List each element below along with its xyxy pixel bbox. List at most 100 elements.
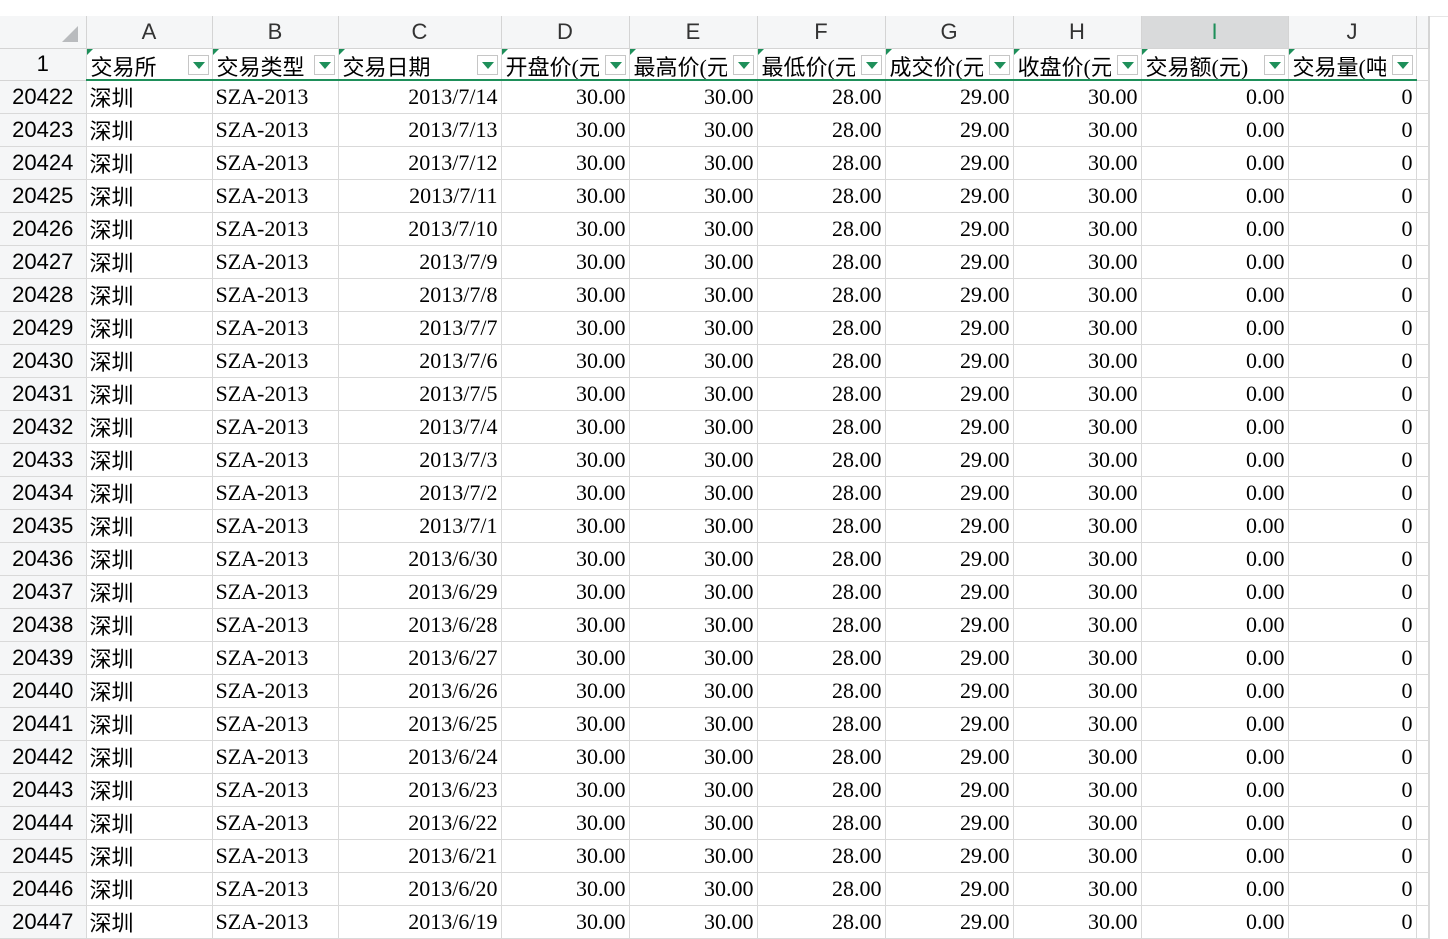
cell[interactable]: 30.00	[501, 146, 630, 180]
cell[interactable]: 30.00	[1013, 905, 1142, 939]
cell[interactable]	[1416, 146, 1429, 180]
cell[interactable]	[1416, 179, 1429, 213]
row-header[interactable]: 20446	[0, 872, 87, 906]
cell[interactable]: 29.00	[885, 806, 1014, 840]
row-header[interactable]: 20433	[0, 443, 87, 477]
cell[interactable]: 28.00	[757, 575, 886, 609]
cell[interactable]: 28.00	[757, 146, 886, 180]
cell[interactable]: 30.00	[1013, 509, 1142, 543]
cell[interactable]	[1428, 674, 1430, 708]
cell[interactable]: 深圳	[86, 806, 213, 840]
cell[interactable]: 0.00	[1141, 740, 1289, 774]
row-header[interactable]: 20432	[0, 410, 87, 444]
cell[interactable]: 29.00	[885, 707, 1014, 741]
cell[interactable]: 2013/7/12	[338, 146, 502, 180]
row-header[interactable]: 20424	[0, 146, 87, 180]
cell[interactable]: 30.00	[629, 740, 758, 774]
cell[interactable]: 30.00	[501, 740, 630, 774]
filter-dropdown-icon[interactable]	[1116, 54, 1138, 75]
filter-dropdown-icon[interactable]	[732, 54, 754, 75]
cell[interactable]: SZA-2013	[212, 608, 339, 642]
cell[interactable]	[1428, 707, 1430, 741]
cell[interactable]: 深圳	[86, 212, 213, 246]
cell[interactable]: 0.00	[1141, 509, 1289, 543]
cell[interactable]	[1416, 48, 1429, 81]
cell[interactable]: 30.00	[629, 674, 758, 708]
cell[interactable]: 30.00	[629, 872, 758, 906]
row-header[interactable]: 20436	[0, 542, 87, 576]
cell[interactable]: 28.00	[757, 773, 886, 807]
cell[interactable]: 30.00	[629, 773, 758, 807]
header-cell[interactable]: 开盘价(元	[501, 48, 630, 81]
cell[interactable]: 0.00	[1141, 773, 1289, 807]
cell[interactable]: 29.00	[885, 278, 1014, 312]
cell[interactable]	[1428, 48, 1430, 81]
cell[interactable]: 28.00	[757, 509, 886, 543]
header-cell[interactable]: 交易类型	[212, 48, 339, 81]
cell[interactable]: 0	[1288, 443, 1417, 477]
row-header[interactable]: 20441	[0, 707, 87, 741]
cell[interactable]: 0.00	[1141, 410, 1289, 444]
cell[interactable]: 30.00	[629, 806, 758, 840]
column-header-f[interactable]: F	[757, 16, 886, 49]
cell[interactable]	[1416, 641, 1429, 675]
cell[interactable]: 2013/6/23	[338, 773, 502, 807]
cell[interactable]: SZA-2013	[212, 212, 339, 246]
cell[interactable]: 28.00	[757, 179, 886, 213]
cell[interactable]: 28.00	[757, 674, 886, 708]
cell[interactable]: 30.00	[629, 311, 758, 345]
row-header[interactable]: 20447	[0, 905, 87, 939]
cell[interactable]: 30.00	[629, 509, 758, 543]
cell[interactable]: 30.00	[501, 608, 630, 642]
header-cell[interactable]: 成交价(元	[885, 48, 1014, 81]
header-cell[interactable]: 交易所	[86, 48, 213, 81]
column-header-e[interactable]: E	[629, 16, 758, 49]
filter-dropdown-icon[interactable]	[1391, 54, 1413, 75]
cell[interactable]: 28.00	[757, 377, 886, 411]
filter-dropdown-icon[interactable]	[476, 54, 498, 75]
column-header-d[interactable]: D	[501, 16, 630, 49]
cell[interactable]	[1428, 509, 1430, 543]
cell[interactable]: 0.00	[1141, 641, 1289, 675]
cell[interactable]: 29.00	[885, 575, 1014, 609]
cell[interactable]: 深圳	[86, 773, 213, 807]
cell[interactable]: 28.00	[757, 245, 886, 279]
cell[interactable]: 28.00	[757, 410, 886, 444]
cell[interactable]: 0.00	[1141, 542, 1289, 576]
cell[interactable]: 0	[1288, 509, 1417, 543]
cell[interactable]: 30.00	[629, 839, 758, 873]
cell[interactable]: 30.00	[1013, 542, 1142, 576]
cell[interactable]: 30.00	[629, 542, 758, 576]
cell[interactable]	[1416, 377, 1429, 411]
cell[interactable]: 30.00	[501, 872, 630, 906]
cell[interactable]	[1428, 839, 1430, 873]
cell[interactable]: 29.00	[885, 542, 1014, 576]
cell[interactable]	[1416, 311, 1429, 345]
cell[interactable]: SZA-2013	[212, 872, 339, 906]
cell[interactable]: 29.00	[885, 641, 1014, 675]
cell[interactable]: 30.00	[1013, 806, 1142, 840]
cell[interactable]	[1428, 344, 1430, 378]
row-header[interactable]: 20443	[0, 773, 87, 807]
cell[interactable]: 30.00	[1013, 245, 1142, 279]
cell[interactable]	[1416, 773, 1429, 807]
cell[interactable]	[1416, 443, 1429, 477]
cell[interactable]: SZA-2013	[212, 575, 339, 609]
cell[interactable]: 0.00	[1141, 311, 1289, 345]
cell[interactable]: SZA-2013	[212, 410, 339, 444]
cell[interactable]	[1428, 872, 1430, 906]
cell[interactable]: SZA-2013	[212, 905, 339, 939]
cell[interactable]: 0	[1288, 773, 1417, 807]
cell[interactable]	[1428, 245, 1430, 279]
cell[interactable]: 28.00	[757, 443, 886, 477]
cell[interactable]: 28.00	[757, 608, 886, 642]
row-header[interactable]: 20431	[0, 377, 87, 411]
cell[interactable]	[1428, 113, 1430, 147]
cell[interactable]: 30.00	[629, 641, 758, 675]
cell[interactable]: 30.00	[1013, 872, 1142, 906]
cell[interactable]: 0	[1288, 608, 1417, 642]
cell[interactable]	[1416, 509, 1429, 543]
filter-dropdown-icon[interactable]	[187, 54, 209, 75]
cell[interactable]: 30.00	[1013, 740, 1142, 774]
row-header[interactable]: 20429	[0, 311, 87, 345]
